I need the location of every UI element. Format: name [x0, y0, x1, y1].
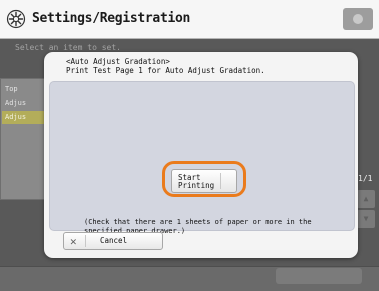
auto-adjust-gradation-dialog: <Auto Adjust Gradation> Print Test Page … [44, 52, 358, 258]
title-bar: Settings/Registration [0, 0, 379, 39]
button-divider [85, 235, 86, 247]
dialog-heading: <Auto Adjust Gradation> [66, 57, 170, 66]
content-panel: Start Printing (Check that there are 1 s… [49, 81, 355, 235]
settings-gear-icon [6, 9, 26, 29]
dialog-subheading: Print Test Page 1 for Auto Adjust Gradat… [66, 66, 265, 75]
background-ok-button [276, 268, 362, 284]
status-icon [353, 14, 363, 24]
button-divider [220, 173, 221, 189]
background-instruction: Select an item to set. [15, 43, 121, 52]
start-printing-button[interactable]: Start Printing [171, 169, 237, 193]
page-title: Settings/Registration [32, 11, 191, 26]
start-printing-label: Start Printing [178, 173, 215, 190]
close-icon: ✕ [70, 235, 77, 248]
cancel-label: Cancel [100, 236, 128, 245]
page-indicator: 1/1 [358, 174, 373, 183]
header-status-button[interactable] [343, 8, 373, 30]
cancel-button[interactable]: ✕ Cancel [63, 232, 163, 250]
scroll-down-icon: ▼ [357, 210, 375, 228]
scroll-up-icon: ▲ [357, 190, 375, 208]
